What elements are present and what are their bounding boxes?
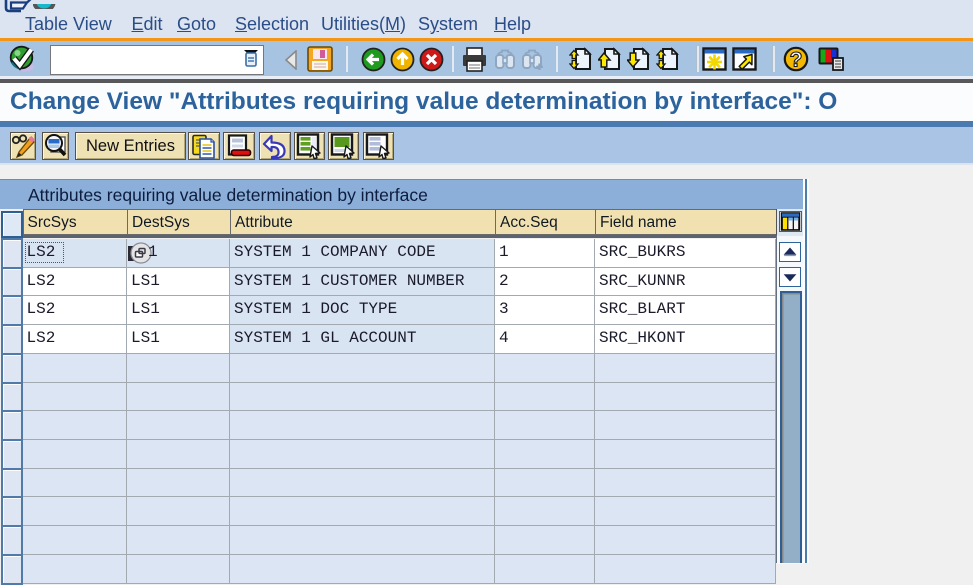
- svg-text:?: ?: [790, 49, 803, 72]
